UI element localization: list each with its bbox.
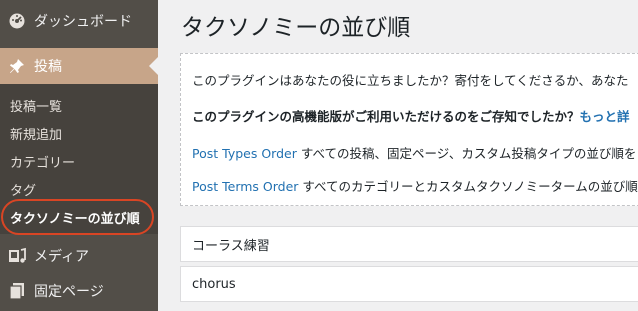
notice-post-types-line: Post Types Order すべての投稿、固定ページ、カスタム投稿タイプの… [192, 143, 636, 162]
page-icon [8, 282, 26, 300]
post-types-order-link[interactable]: Post Types Order [192, 146, 297, 161]
submenu-categories[interactable]: カテゴリー [10, 152, 75, 171]
menu-media-label: メディア [34, 249, 90, 265]
submenu-tags[interactable]: タグ [10, 180, 36, 199]
notice-pro-text: このプラグインの高機能版がご利用いただけるのをご存知でしたか？ [192, 109, 580, 124]
taxonomy-row-label: コーラス練習 [192, 238, 270, 254]
post-terms-order-desc: すべてのカテゴリーとカスタムタクソノミータームの並び順 [298, 179, 638, 194]
post-types-order-desc: すべての投稿、固定ページ、カスタム投稿タイプの並び順を [296, 146, 637, 161]
taxonomy-row-label: chorus [192, 276, 236, 292]
notice-donate-text: このプラグインはあなたの役に立ちましたか？寄付をしてくださるか、あなた [192, 73, 629, 88]
plugin-notice: このプラグインはあなたの役に立ちましたか？寄付をしてくださるか、あなた このプラ… [180, 53, 638, 206]
menu-pages[interactable]: 固定ページ [0, 271, 158, 311]
menu-posts[interactable]: 投稿 [0, 48, 158, 84]
highlight-circle [1, 199, 154, 235]
pin-icon [8, 57, 26, 75]
menu-posts-label: 投稿 [34, 59, 62, 75]
learn-more-link[interactable]: もっと詳 [580, 109, 630, 124]
post-terms-order-link[interactable]: Post Terms Order [192, 179, 298, 194]
menu-media[interactable]: メディア [0, 236, 158, 276]
menu-dashboard[interactable]: ダッシュボード [0, 0, 158, 42]
submenu-add-new[interactable]: 新規追加 [10, 124, 62, 143]
menu-pages-label: 固定ページ [34, 284, 104, 300]
current-menu-arrow [149, 57, 158, 75]
notice-post-terms-line: Post Terms Order すべてのカテゴリーとカスタムタクソノミーターム… [192, 176, 638, 195]
notice-pro-line: このプラグインの高機能版がご利用いただけるのをご存知でしたか？もっと詳 [192, 106, 630, 125]
menu-dashboard-label: ダッシュボード [34, 14, 132, 30]
page-title: タクソノミーの並び順 [181, 15, 411, 41]
dashboard-icon [8, 11, 26, 29]
taxonomy-row[interactable]: chorus [180, 266, 638, 302]
submenu-all-posts[interactable]: 投稿一覧 [10, 96, 62, 115]
taxonomy-row[interactable]: コーラス練習 [180, 226, 638, 262]
admin-sidebar: ダッシュボード 投稿 投稿一覧 新規追加 カテゴリー タグ タクソノミーの並び順… [0, 0, 158, 311]
media-icon [8, 247, 26, 265]
